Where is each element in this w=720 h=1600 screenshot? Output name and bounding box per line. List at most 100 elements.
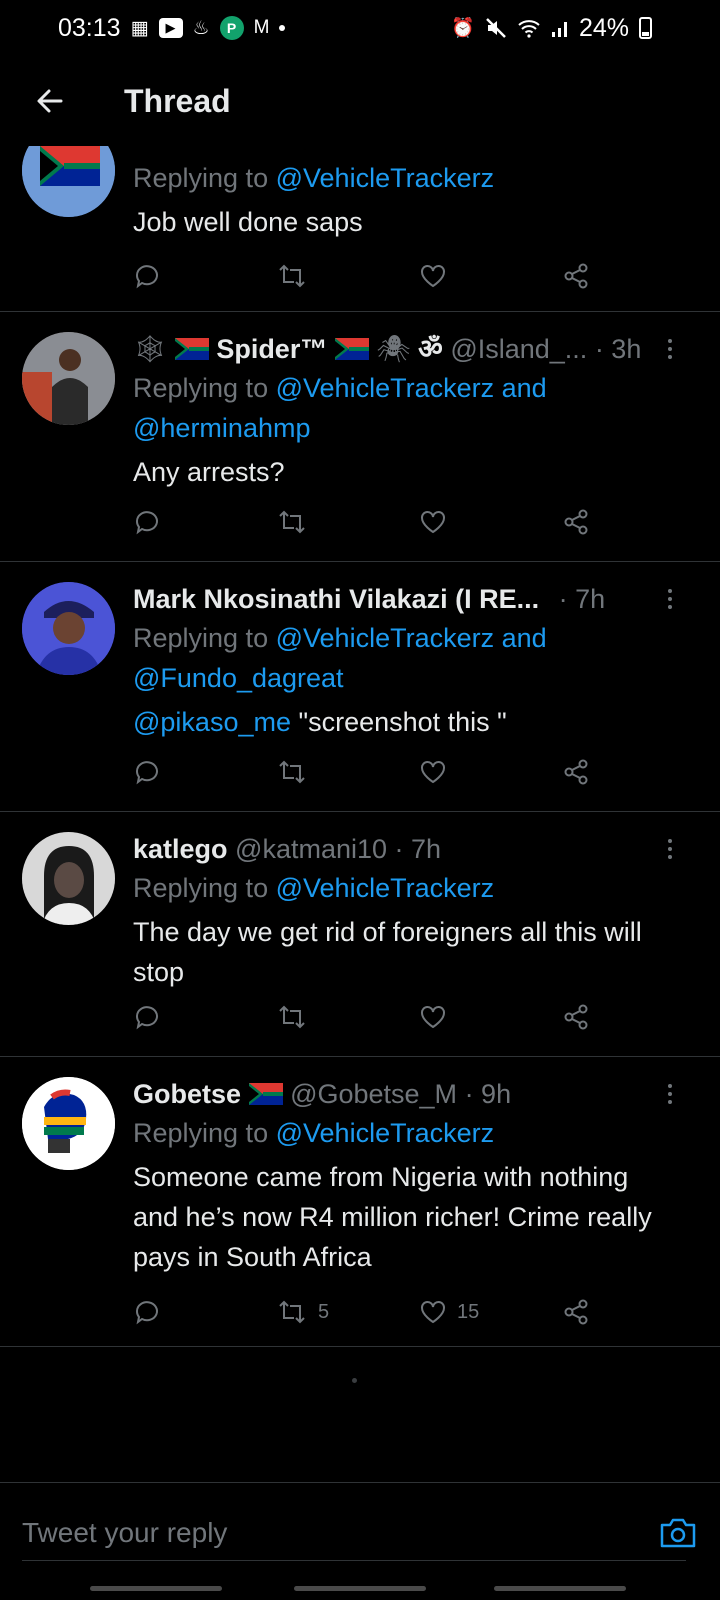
- tweet[interactable]: Gobetse @Gobetse_M · 9h Replying to @Veh…: [0, 1057, 720, 1347]
- tweet-header: 🕸 Spider™ 🕷 ॐ @Island_... · 3h: [133, 330, 680, 368]
- like-button[interactable]: [419, 508, 562, 536]
- reply-mention-link[interactable]: @VehicleTrackerz: [276, 1118, 494, 1148]
- like-button[interactable]: [419, 758, 562, 786]
- tweet-actions: [133, 997, 613, 1037]
- user-photo-icon: [22, 832, 115, 925]
- camera-button[interactable]: [658, 1513, 698, 1553]
- more-button[interactable]: [658, 330, 682, 368]
- handle[interactable]: @Island_...: [450, 334, 587, 364]
- reply-mention-link[interactable]: @herminahmp: [133, 413, 310, 443]
- like-button[interactable]: 15: [419, 1298, 562, 1326]
- display-name[interactable]: katlego: [133, 834, 228, 864]
- share-button[interactable]: [562, 262, 590, 290]
- replying-to: Replying to @VehicleTrackerz: [133, 163, 495, 193]
- replying-to: Replying to @VehicleTrackerz: [133, 873, 495, 903]
- handle[interactable]: @Gobetse_M: [290, 1079, 457, 1109]
- timestamp: · 7h: [558, 584, 606, 614]
- reply-button[interactable]: [133, 1003, 276, 1031]
- tweet-text: @pikaso_me "screenshot this ": [133, 707, 507, 737]
- share-icon: [564, 1004, 588, 1030]
- tweet[interactable]: Replying to @VehicleTrackerz Job well do…: [0, 146, 720, 312]
- more-button[interactable]: [658, 830, 682, 868]
- tweet-actions: [133, 752, 613, 792]
- heart-icon: [421, 511, 445, 534]
- replying-to: Replying to @VehicleTrackerz and @hermin…: [133, 373, 547, 443]
- alarm-icon: ⏰: [451, 18, 475, 39]
- timestamp: · 9h: [464, 1079, 512, 1109]
- reply-mention-link[interactable]: @VehicleTrackerz: [276, 163, 494, 193]
- back-button[interactable]: [0, 56, 100, 146]
- reply-button[interactable]: [133, 758, 276, 786]
- text-mention-link[interactable]: @pikaso_me: [133, 707, 291, 737]
- replying-to: Replying to @VehicleTrackerz and @Fundo_…: [133, 623, 547, 693]
- avatar[interactable]: [22, 1077, 115, 1170]
- retweet-icon: [279, 1005, 305, 1029]
- reply-composer: [0, 1482, 720, 1582]
- display-name[interactable]: Spider™: [216, 334, 327, 364]
- reply-mention-link[interactable]: @VehicleTrackerz: [276, 873, 494, 903]
- retweet-icon: [279, 510, 305, 534]
- arrow-left-icon: [37, 89, 63, 113]
- share-button[interactable]: [562, 508, 590, 536]
- tweet-header: katlego @katmani10 · 7h: [133, 830, 680, 868]
- retweet-button[interactable]: [276, 1003, 419, 1031]
- like-button[interactable]: [419, 262, 562, 290]
- camera-icon: [660, 1518, 696, 1547]
- share-button[interactable]: [562, 1298, 590, 1326]
- retweet-button[interactable]: 5: [276, 1298, 419, 1326]
- reply-mention-link[interactable]: @VehicleTrackerz and: [276, 373, 547, 403]
- avatar[interactable]: [22, 832, 115, 925]
- avatar[interactable]: [22, 146, 115, 217]
- like-button[interactable]: [419, 1003, 562, 1031]
- reply-mention-link[interactable]: @Fundo_dagreat: [133, 663, 344, 693]
- reply-input[interactable]: [22, 1516, 658, 1549]
- teams-icon: ▦: [130, 17, 149, 39]
- retweet-button[interactable]: [276, 508, 419, 536]
- reply-mention-link[interactable]: @VehicleTrackerz and: [276, 623, 547, 653]
- share-button[interactable]: [562, 758, 590, 786]
- nav-recents-button[interactable]: [90, 1586, 222, 1591]
- reply-underline: [22, 1560, 686, 1561]
- retweet-button[interactable]: [276, 262, 419, 290]
- status-bar: 03:13 ▦ ▶ ♨ P M ⏰ 24%: [0, 0, 720, 56]
- more-button[interactable]: [658, 1075, 682, 1113]
- retweet-button[interactable]: [276, 758, 419, 786]
- om-icon: ॐ: [418, 334, 443, 364]
- heart-icon: [421, 1006, 445, 1029]
- south-africa-flag-icon: [334, 338, 369, 360]
- reply-button[interactable]: [133, 262, 276, 290]
- handle[interactable]: @katmani10: [235, 834, 387, 864]
- display-name[interactable]: Mark Nkosinathi Vilakazi (I RE...: [133, 584, 539, 614]
- heart-icon: [421, 761, 445, 784]
- top-bar: Thread: [0, 56, 720, 146]
- tweet[interactable]: katlego @katmani10 · 7h Replying to @Veh…: [0, 812, 720, 1057]
- timestamp: · 3h: [594, 334, 642, 364]
- display-name[interactable]: Gobetse: [133, 1079, 241, 1109]
- avatar[interactable]: [22, 332, 115, 425]
- timestamp: · 7h: [394, 834, 442, 864]
- battery-percent: 24%: [578, 13, 629, 42]
- youtube-icon: ▶: [158, 18, 183, 38]
- tweet-text: The day we get rid of foreigners all thi…: [133, 917, 642, 987]
- avatar[interactable]: [22, 582, 115, 675]
- reply-button[interactable]: [133, 1298, 276, 1326]
- tweet-actions: [133, 502, 613, 542]
- tweet-text: Any arrests?: [133, 457, 285, 487]
- more-button[interactable]: [658, 580, 682, 618]
- tweet-header: Mark Nkosinathi Vilakazi (I RE... · 7h: [133, 580, 680, 618]
- status-time: 03:13: [58, 13, 121, 42]
- tweet[interactable]: 🕸 Spider™ 🕷 ॐ @Island_... · 3h Replying …: [0, 312, 720, 562]
- tweet-header: Gobetse @Gobetse_M · 9h: [133, 1075, 680, 1113]
- nav-back-button[interactable]: [494, 1586, 626, 1591]
- heart-icon: [421, 265, 445, 288]
- boxing-glove-icon: [22, 1077, 115, 1170]
- reply-button[interactable]: [133, 508, 276, 536]
- share-button[interactable]: [562, 1003, 590, 1031]
- more-vertical-icon: [668, 589, 672, 593]
- wifi-icon: [517, 18, 541, 38]
- tweet[interactable]: Mark Nkosinathi Vilakazi (I RE... · 7h R…: [0, 562, 720, 812]
- thread-feed[interactable]: Replying to @VehicleTrackerz Job well do…: [0, 146, 720, 1481]
- more-vertical-icon: [668, 339, 672, 343]
- spider-web-icon: 🕸: [133, 334, 168, 364]
- nav-home-button[interactable]: [294, 1586, 426, 1591]
